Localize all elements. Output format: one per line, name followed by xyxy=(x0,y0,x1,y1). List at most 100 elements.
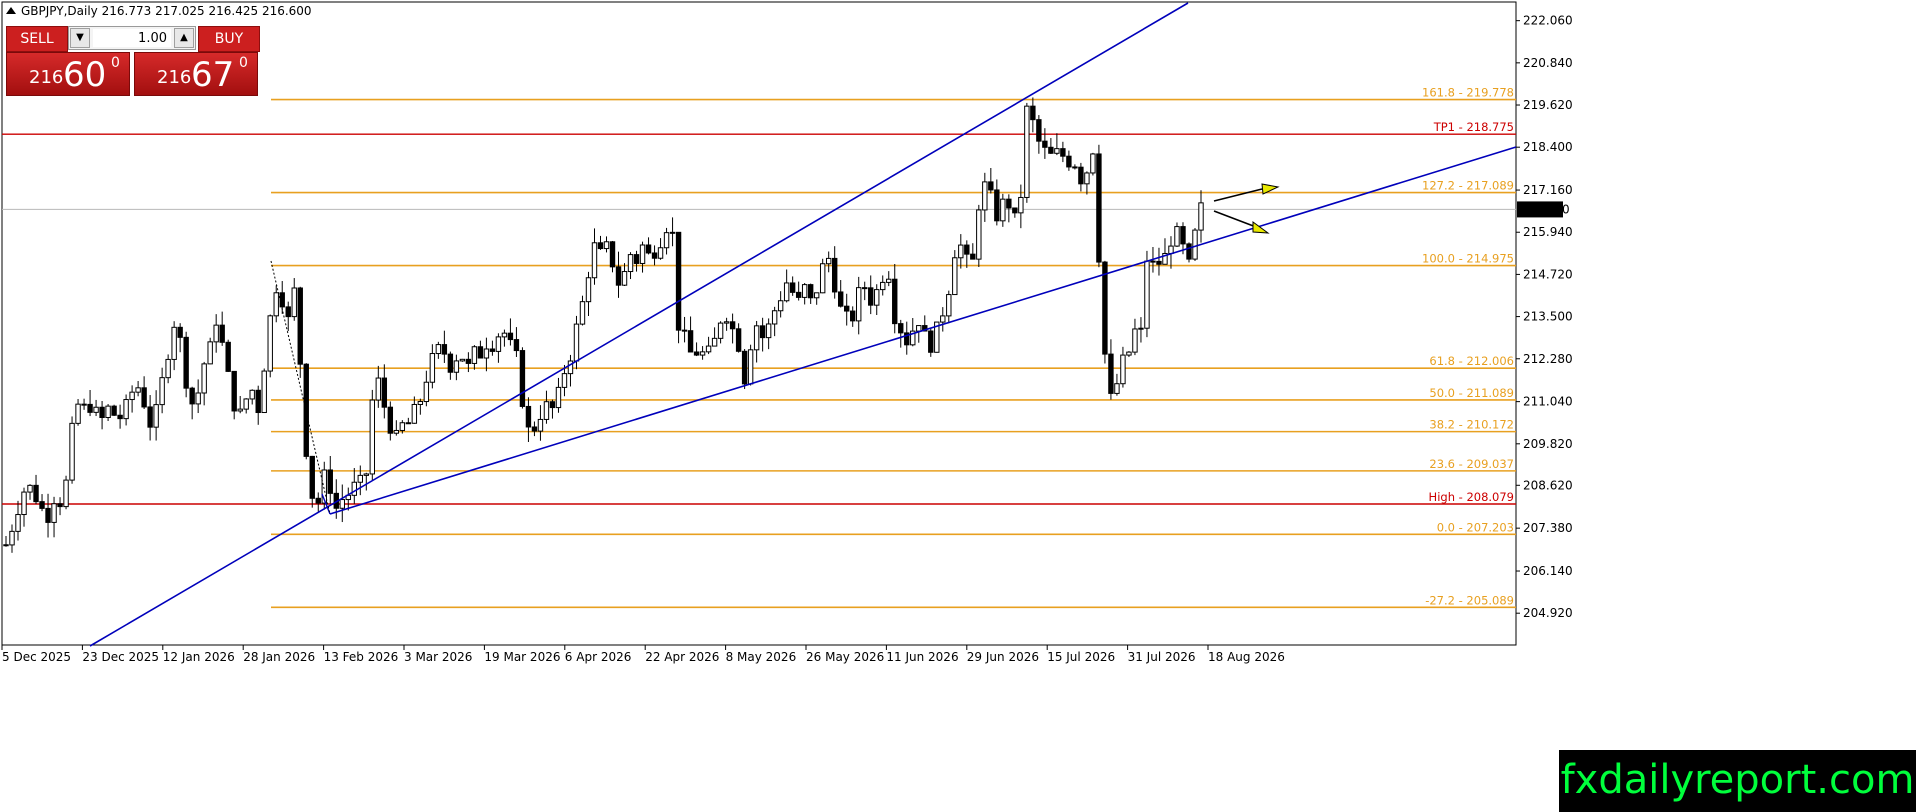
candle-body xyxy=(279,292,285,308)
candle-body xyxy=(976,209,982,260)
candle-body xyxy=(1108,353,1114,394)
candle-body xyxy=(21,491,27,516)
candle-body xyxy=(627,254,634,273)
chart-frame xyxy=(1,1,1517,646)
candle-body xyxy=(1138,327,1144,330)
candle-body xyxy=(561,373,568,388)
candle-body xyxy=(657,247,664,259)
candle-body xyxy=(753,325,760,351)
candle-body xyxy=(27,484,33,493)
candle-body xyxy=(339,499,345,509)
candle-body xyxy=(1042,140,1048,148)
candle-body xyxy=(723,321,730,324)
candle-body xyxy=(916,325,922,332)
candle-body xyxy=(1084,172,1090,185)
candle-body xyxy=(1048,146,1054,154)
candle-body xyxy=(633,254,640,264)
candle-body xyxy=(1174,226,1180,247)
candle-body xyxy=(3,544,9,547)
sell-price-display[interactable]: 216 60 0 xyxy=(6,52,130,96)
chart-title: GBPJPY,Daily 216.773 217.025 216.425 216… xyxy=(6,4,312,18)
candle-body xyxy=(639,244,646,264)
candle-body xyxy=(543,401,550,420)
candle-body xyxy=(171,326,177,360)
candle-body xyxy=(291,287,297,318)
candle-body xyxy=(177,326,183,338)
candle-body xyxy=(771,310,778,325)
candle-body xyxy=(111,405,117,416)
candle-body xyxy=(892,278,898,325)
brand-watermark: fxdailyreport.com xyxy=(1559,750,1916,812)
candle-body xyxy=(363,473,370,476)
candle-body xyxy=(315,497,321,504)
candle-body xyxy=(471,346,478,364)
triangle-down-icon[interactable]: ▼ xyxy=(70,28,90,48)
candle-body xyxy=(501,332,508,338)
candle-body xyxy=(1114,383,1120,394)
candle-body xyxy=(940,315,946,323)
fib-level-label: 100.0 - 214.975 xyxy=(1422,252,1514,266)
candle-body xyxy=(555,386,562,409)
buy-button[interactable]: BUY xyxy=(198,26,260,52)
candle-body xyxy=(585,277,592,303)
candle-body xyxy=(465,358,472,364)
price-chart[interactable]: 161.8 - 219.778 127.2 - 217.089 100.0 - 21… xyxy=(0,0,1916,812)
candle-body xyxy=(357,474,363,483)
fib-level-label: 23.6 - 209.037 xyxy=(1429,457,1514,471)
candle-body xyxy=(513,339,520,352)
y-axis-label: 214.720 xyxy=(1523,267,1573,281)
triangle-up-icon[interactable]: ▲ xyxy=(174,28,194,48)
candle-body xyxy=(141,387,147,408)
candle-body xyxy=(261,370,267,414)
y-axis-label: 215.940 xyxy=(1523,225,1573,239)
candle-body xyxy=(663,232,670,249)
candle-body xyxy=(1024,105,1030,198)
candle-body xyxy=(591,242,598,279)
candle-body xyxy=(477,346,484,359)
candle-body xyxy=(717,322,724,339)
y-axis-label: 218.400 xyxy=(1523,140,1573,154)
candle-body xyxy=(982,181,988,211)
x-axis-label: 26 May 2026 xyxy=(806,650,884,664)
candle-body xyxy=(777,300,784,312)
candle-body xyxy=(801,284,808,298)
buy-price-fraction: 0 xyxy=(239,55,248,71)
candle-body xyxy=(405,422,412,425)
candle-body xyxy=(453,360,460,373)
y-axis-label: 217.160 xyxy=(1523,183,1573,197)
candle-body xyxy=(868,287,874,306)
candle-body xyxy=(609,241,616,268)
candle-body xyxy=(429,353,436,383)
candle-body xyxy=(1066,155,1072,168)
candle-body xyxy=(819,263,826,294)
candle-body xyxy=(285,306,291,318)
candle-body xyxy=(381,377,388,408)
candle-body xyxy=(741,350,748,385)
x-axis-label: 11 Jun 2026 xyxy=(886,650,958,664)
x-axis-label: 22 Apr 2026 xyxy=(645,650,719,664)
sell-button[interactable]: SELL xyxy=(6,26,68,52)
candle-body xyxy=(856,287,862,322)
candle-body xyxy=(309,455,315,499)
buy-price-display[interactable]: 216 67 0 xyxy=(134,52,258,96)
candle-body xyxy=(759,325,766,339)
candle-body xyxy=(850,310,856,322)
candle-body xyxy=(459,358,466,362)
candle-body xyxy=(1144,260,1150,329)
x-axis-label: 8 May 2026 xyxy=(726,650,797,664)
candle-body xyxy=(886,278,892,283)
down-arrow-shaft xyxy=(1213,210,1257,228)
y-axis-label: 212.280 xyxy=(1523,352,1573,366)
candle-body xyxy=(705,345,712,353)
fib-level-label: 50.0 - 211.089 xyxy=(1429,386,1514,400)
candle-body xyxy=(1132,328,1138,353)
one-click-trading-panel: SELL ▼ ▲ BUY 216 60 0 216 67 0 xyxy=(6,26,260,96)
candle-body xyxy=(267,315,273,372)
candle-body xyxy=(789,282,796,293)
candle-body xyxy=(63,479,69,508)
candle-body xyxy=(195,392,201,405)
candle-body xyxy=(1012,207,1018,214)
lot-size-input[interactable] xyxy=(93,29,171,47)
candle-body xyxy=(327,469,333,494)
candle-body xyxy=(651,252,658,259)
